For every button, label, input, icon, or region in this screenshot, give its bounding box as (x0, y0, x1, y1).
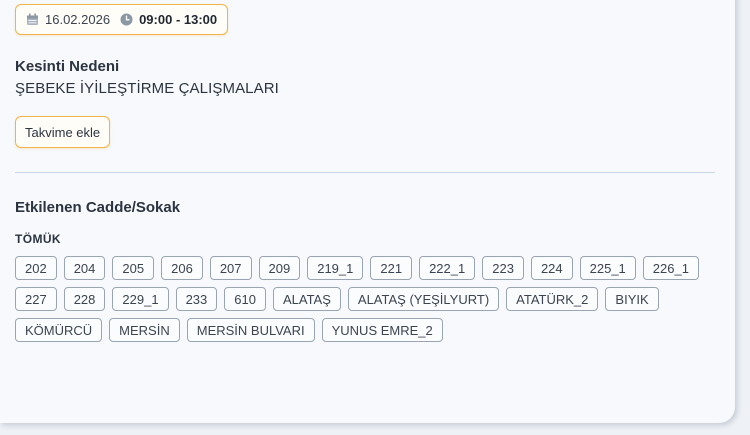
outage-card: 16.02.2026 09:00 - 13:00 Kesinti Nedeni … (0, 0, 735, 423)
street-tag[interactable]: YUNUS EMRE_2 (321, 318, 443, 342)
street-tag[interactable]: 224 (530, 256, 573, 280)
reason-label: Kesinti Nedeni (15, 58, 120, 75)
street-tag[interactable]: 209 (258, 256, 301, 280)
street-tag[interactable]: KÖMÜRCÜ (15, 318, 103, 342)
street-tag[interactable]: 610 (224, 287, 266, 311)
street-tag[interactable]: ATATÜRK_2 (506, 287, 599, 311)
area-name: TÖMÜK (15, 232, 61, 246)
calendar-icon (26, 13, 39, 26)
divider (15, 172, 715, 173)
street-tag-list: 202 204 205 206 207 209 219_1 221 222_1 223 224 225… (15, 256, 715, 342)
street-tag[interactable]: MERSİN (109, 318, 180, 342)
street-tag[interactable]: 207 (209, 256, 252, 280)
affected-streets-title: Etkilenen Cadde/Sokak (15, 199, 181, 216)
street-tag[interactable]: 233 (175, 287, 218, 311)
date-time-box: 16.02.2026 09:00 - 13:00 (15, 4, 229, 35)
clock-icon (120, 13, 133, 26)
street-tag[interactable]: MERSİN BULVARI (186, 318, 315, 342)
street-tag[interactable]: 219_1 (307, 256, 364, 280)
street-tag[interactable]: ALATAŞ (YEŞİLYURT) (347, 287, 500, 311)
street-tag[interactable]: 225_1 (579, 256, 636, 280)
outage-time: 09:00 - 13:00 (139, 12, 218, 27)
street-tag[interactable]: 221 (370, 256, 413, 280)
street-tag[interactable]: 205 (112, 256, 155, 280)
reason-value: ŞEBEKE İYİLEŞTİRME ÇALIŞMALARI (15, 80, 279, 97)
street-tag[interactable]: 227 (15, 287, 57, 311)
street-tag[interactable]: ALATAŞ (272, 287, 341, 311)
add-to-calendar-button[interactable]: Takvime ekle (15, 116, 111, 148)
street-tag[interactable]: 226_1 (642, 256, 699, 280)
street-tag[interactable]: 229_1 (112, 287, 169, 311)
street-tag[interactable]: 228 (63, 287, 106, 311)
street-tag[interactable]: BIYIK (605, 287, 659, 311)
street-tag[interactable]: 204 (63, 256, 106, 280)
outage-date: 16.02.2026 (45, 12, 111, 27)
street-tag[interactable]: 206 (161, 256, 203, 280)
street-tag[interactable]: 222_1 (419, 256, 476, 280)
street-tag[interactable]: 202 (15, 256, 57, 280)
street-tag[interactable]: 223 (482, 256, 524, 280)
